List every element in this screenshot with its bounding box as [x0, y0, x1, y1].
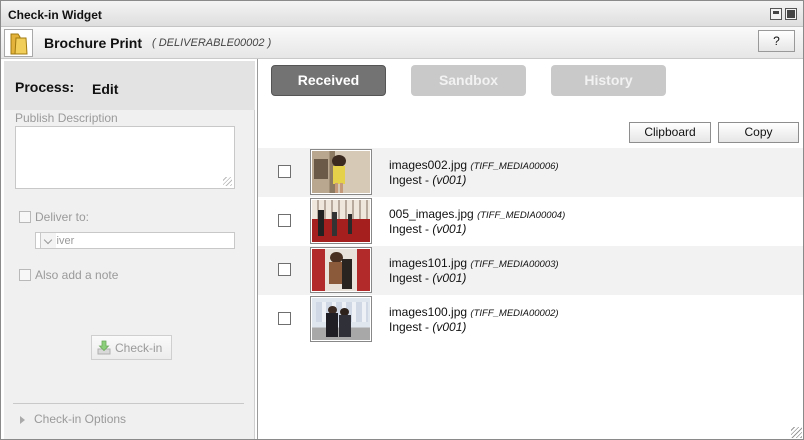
- thumbnail-image[interactable]: [310, 149, 372, 195]
- list-item[interactable]: 005_images.jpg (TIFF_MEDIA00004) Ingest …: [258, 197, 803, 246]
- list-item[interactable]: images100.jpg (TIFF_MEDIA00002) Ingest -…: [258, 295, 803, 344]
- chevron-down-icon[interactable]: [40, 233, 56, 248]
- divider: [13, 403, 244, 404]
- title-bar: Check-in Widget: [1, 1, 803, 27]
- checkin-button[interactable]: Check-in: [91, 335, 172, 360]
- file-id: (TIFF_MEDIA00003): [470, 259, 559, 270]
- checkin-options-label: Check-in Options: [34, 412, 127, 426]
- row-checkbox[interactable]: [278, 263, 291, 276]
- deliver-to-label: Deliver to:: [35, 210, 90, 224]
- resize-grip-icon[interactable]: [223, 177, 232, 186]
- add-note-checkbox[interactable]: [19, 269, 31, 281]
- row-checkbox[interactable]: [278, 312, 291, 325]
- version-label: (v001): [432, 222, 467, 236]
- minimize-icon[interactable]: [770, 8, 782, 20]
- copy-button[interactable]: Copy: [718, 122, 799, 143]
- thumbnail-image[interactable]: [310, 198, 372, 244]
- file-name: images101.jpg (TIFF_MEDIA00003): [389, 256, 559, 270]
- deliver-to-checkbox[interactable]: [19, 211, 31, 223]
- download-icon: [97, 340, 111, 355]
- maximize-icon[interactable]: [785, 8, 797, 20]
- publish-description-field[interactable]: [15, 126, 235, 189]
- media-panel: Received Sandbox History Clipboard Copy …: [257, 59, 803, 439]
- publish-description-label: Publish Description: [15, 111, 118, 125]
- file-name: images002.jpg (TIFF_MEDIA00006): [389, 158, 559, 172]
- checkin-widget-window: Check-in Widget Brochure Print ( DELIVER…: [0, 0, 804, 440]
- ingest-status: Ingest - (v001): [389, 320, 467, 334]
- help-button[interactable]: ?: [758, 30, 795, 52]
- list-item[interactable]: images002.jpg (TIFF_MEDIA00006) Ingest -…: [258, 148, 803, 197]
- process-value: Edit: [92, 81, 119, 97]
- row-checkbox[interactable]: [278, 214, 291, 227]
- window-title: Check-in Widget: [8, 8, 102, 22]
- file-name: images100.jpg (TIFF_MEDIA00002): [389, 305, 559, 319]
- deliverable-id: ( DELIVERABLE00002 ): [152, 37, 272, 49]
- deliverable-header: Brochure Print ( DELIVERABLE00002 ) ?: [1, 27, 803, 59]
- version-label: (v001): [432, 173, 467, 187]
- file-id: (TIFF_MEDIA00004): [477, 210, 566, 221]
- ingest-status: Ingest - (v001): [389, 173, 467, 187]
- triangle-right-icon: [20, 416, 25, 424]
- row-checkbox[interactable]: [278, 165, 291, 178]
- process-bar: Process: Edit: [4, 61, 255, 110]
- process-label: Process:: [15, 79, 75, 95]
- ingest-status: Ingest - (v001): [389, 271, 467, 285]
- checkin-label: Check-in: [115, 341, 163, 355]
- tab-sandbox[interactable]: Sandbox: [411, 65, 526, 96]
- version-label: (v001): [432, 320, 467, 334]
- tab-received[interactable]: Received: [271, 65, 386, 96]
- resize-grip-icon[interactable]: [791, 427, 802, 438]
- thumbnail-image[interactable]: [310, 247, 372, 293]
- deliver-select[interactable]: Deliver: [35, 232, 235, 249]
- tab-history[interactable]: History: [551, 65, 666, 96]
- file-id: (TIFF_MEDIA00006): [470, 161, 559, 172]
- deliverable-title: Brochure Print: [44, 35, 143, 51]
- list-item[interactable]: images101.jpg (TIFF_MEDIA00003) Ingest -…: [258, 246, 803, 295]
- file-id: (TIFF_MEDIA00002): [470, 308, 559, 319]
- thumbnail-image[interactable]: [310, 296, 372, 342]
- file-name: 005_images.jpg (TIFF_MEDIA00004): [389, 207, 566, 221]
- clipboard-button[interactable]: Clipboard: [629, 122, 711, 143]
- folder-icon: [4, 29, 33, 57]
- checkin-side-panel: Process: Edit Publish Description Delive…: [4, 61, 255, 439]
- ingest-status: Ingest - (v001): [389, 222, 467, 236]
- version-label: (v001): [432, 271, 467, 285]
- add-note-label: Also add a note: [35, 268, 119, 282]
